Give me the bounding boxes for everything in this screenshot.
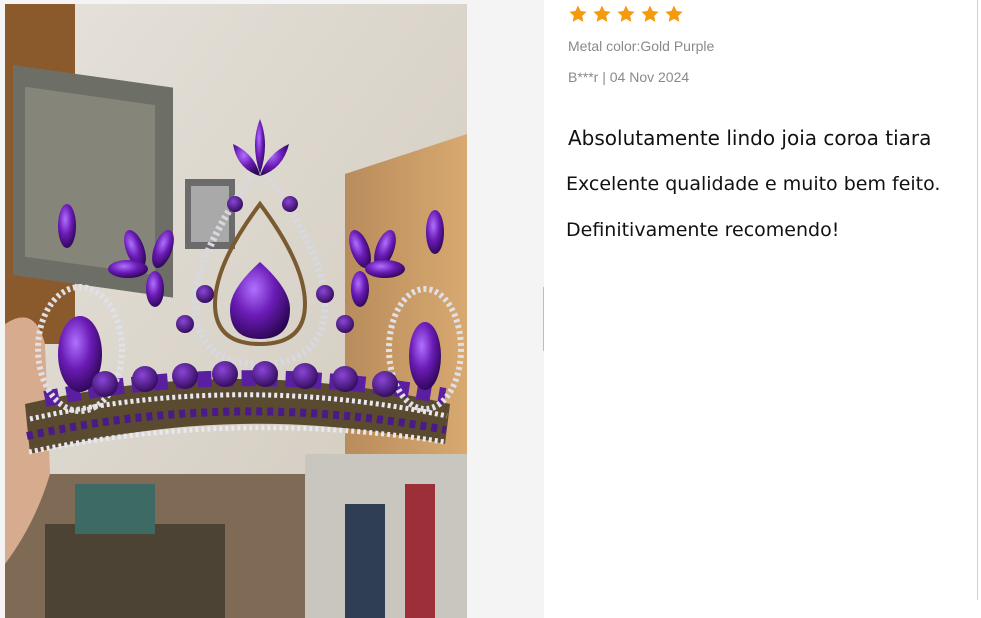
review-photo[interactable] <box>5 4 467 618</box>
star-icon <box>569 5 587 22</box>
product-variant-label: Metal color:Gold Purple <box>568 38 715 54</box>
star-icon <box>665 5 683 22</box>
review-text-line-3: Definitivamente recomendo! <box>566 219 840 241</box>
crown-photo-illustration <box>5 4 467 618</box>
review-text-line-1: Absolutamente lindo joia coroa tiara <box>568 126 932 150</box>
review-detail-view: Metal color:Gold Purple B***r | 04 Nov 2… <box>0 0 981 618</box>
star-rating <box>568 4 684 24</box>
star-icon <box>593 5 611 22</box>
review-text-line-2: Excelente qualidade e muito bem feito. <box>566 173 941 195</box>
star-icon <box>617 5 635 22</box>
review-author-date: B***r | 04 Nov 2024 <box>568 69 690 85</box>
review-panel: Metal color:Gold Purple B***r | 04 Nov 2… <box>544 0 978 618</box>
panel-right-border <box>977 0 978 600</box>
star-icon <box>641 5 659 22</box>
review-photo-panel <box>0 0 544 618</box>
